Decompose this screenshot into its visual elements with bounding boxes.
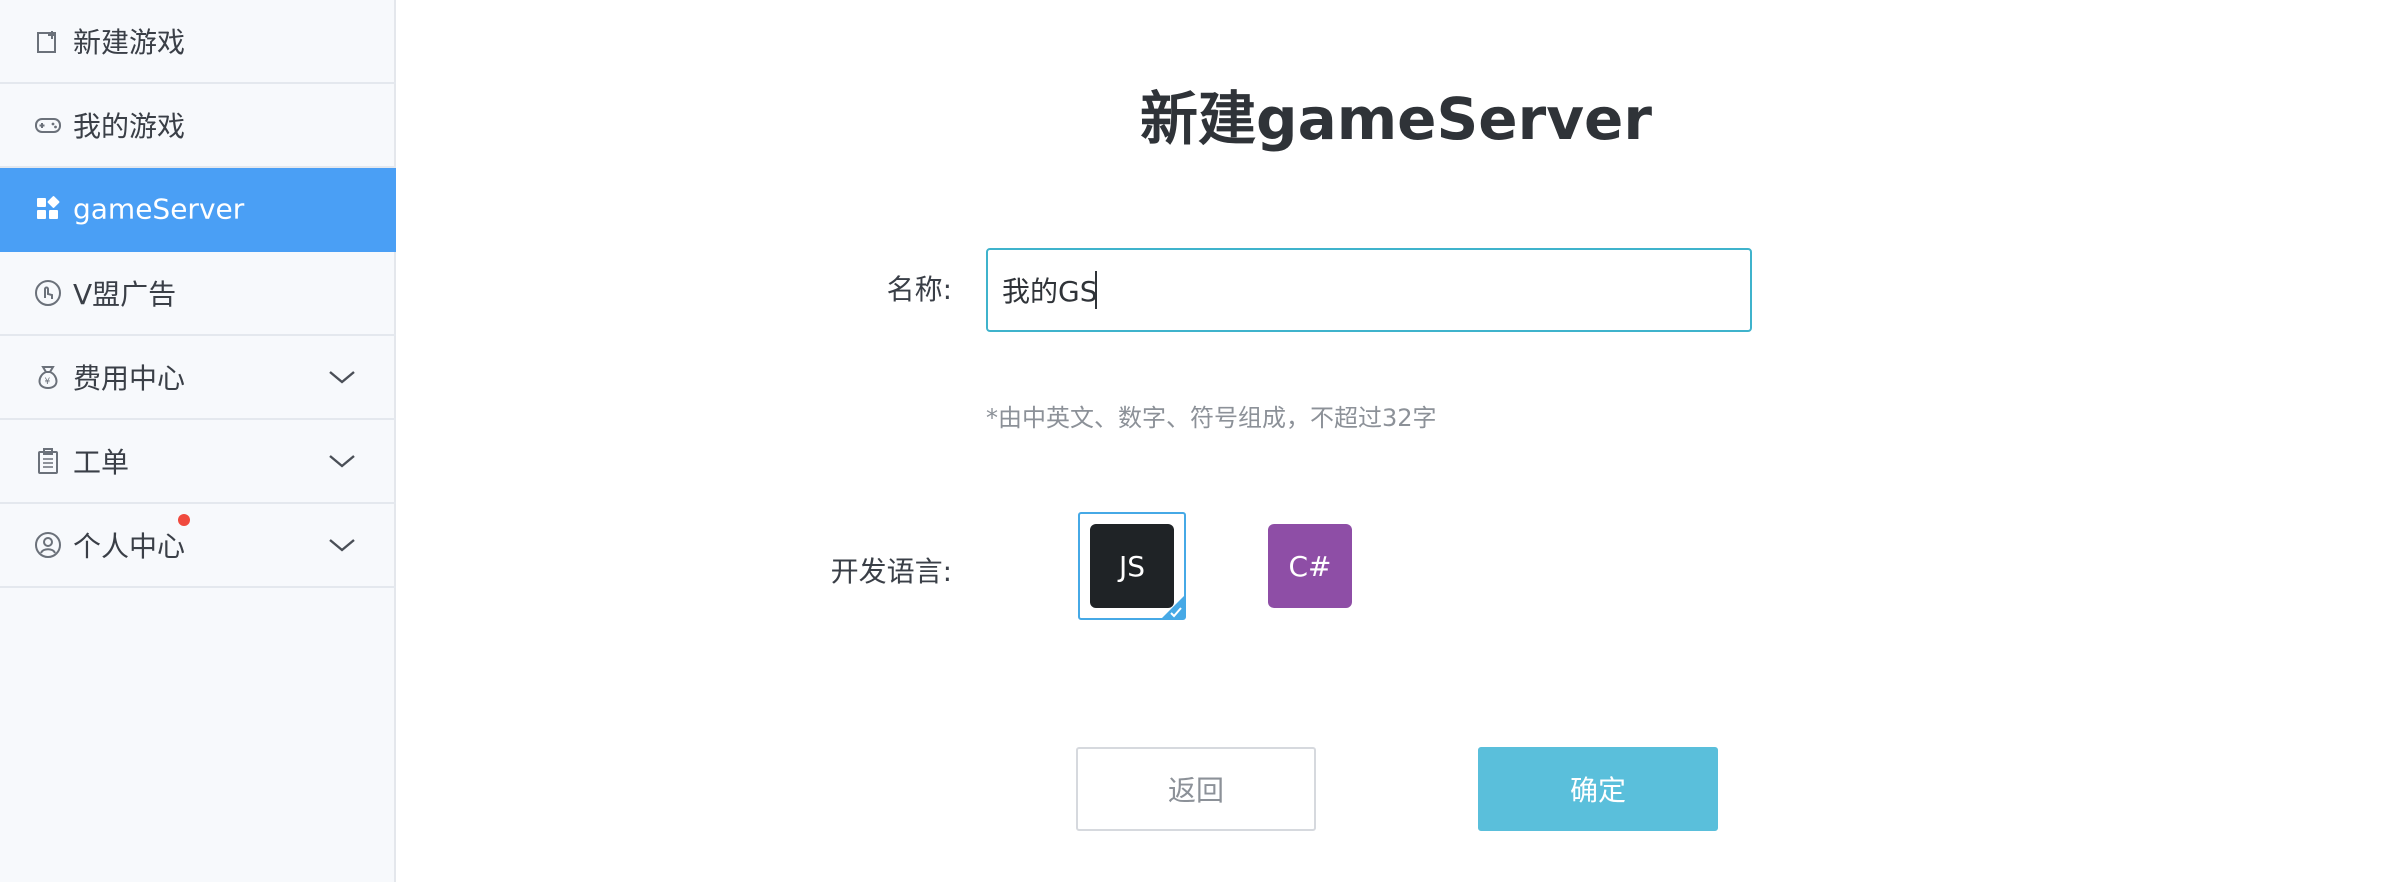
chevron-down-icon[interactable] [326, 451, 358, 471]
name-hint: *由中英文、数字、符号组成，不超过32字 [986, 404, 1437, 432]
chevron-down-icon[interactable] [326, 535, 358, 555]
sidebar-item-label: 个人中心 [73, 530, 186, 563]
svg-text:¥: ¥ [45, 377, 51, 387]
chevron-down-icon[interactable] [326, 367, 358, 387]
money-bag-icon: ¥ [38, 366, 58, 390]
new-game-icon [37, 31, 56, 53]
name-input[interactable] [986, 248, 1752, 332]
language-label: 开发语言: [830, 555, 952, 588]
sidebar-item-gameserver[interactable]: gameServer [0, 168, 396, 252]
touch-icon [35, 280, 61, 306]
sidebar-item-profile[interactable]: 个人中心 [0, 504, 396, 588]
sidebar-item-label: V盟广告 [73, 278, 177, 311]
sidebar-item-billing[interactable]: ¥ 费用中心 [0, 336, 396, 420]
notification-badge [178, 514, 190, 526]
sidebar-item-label: 费用中心 [73, 362, 186, 395]
back-button[interactable]: 返回 [1076, 747, 1316, 831]
text-caret [1095, 271, 1097, 309]
sidebar: 新建游戏 我的游戏 gameServer V盟广告 ¥ 费用中心 工单 个人中心 [0, 0, 396, 882]
gamepad-icon [35, 118, 61, 133]
name-label: 名称: [886, 273, 952, 306]
sidebar-item-label: 新建游戏 [73, 26, 186, 59]
sidebar-item-new-game[interactable]: 新建游戏 [0, 0, 396, 84]
grid-icon [37, 196, 60, 219]
language-option-csharp[interactable]: C# [1268, 524, 1352, 608]
check-icon [1162, 596, 1184, 618]
sidebar-item-label: 我的游戏 [73, 110, 186, 143]
user-circle-icon [35, 532, 61, 558]
sidebar-item-my-games[interactable]: 我的游戏 [0, 84, 396, 168]
sidebar-item-tickets[interactable]: 工单 [0, 420, 396, 504]
sidebar-item-label: gameServer [73, 192, 245, 226]
sidebar-item-v-league-ads[interactable]: V盟广告 [0, 252, 396, 336]
sidebar-item-label: 工单 [73, 446, 130, 479]
page-title: 新建gameServer [1140, 85, 1652, 153]
confirm-button[interactable]: 确定 [1478, 747, 1718, 831]
clipboard-icon [38, 448, 58, 474]
